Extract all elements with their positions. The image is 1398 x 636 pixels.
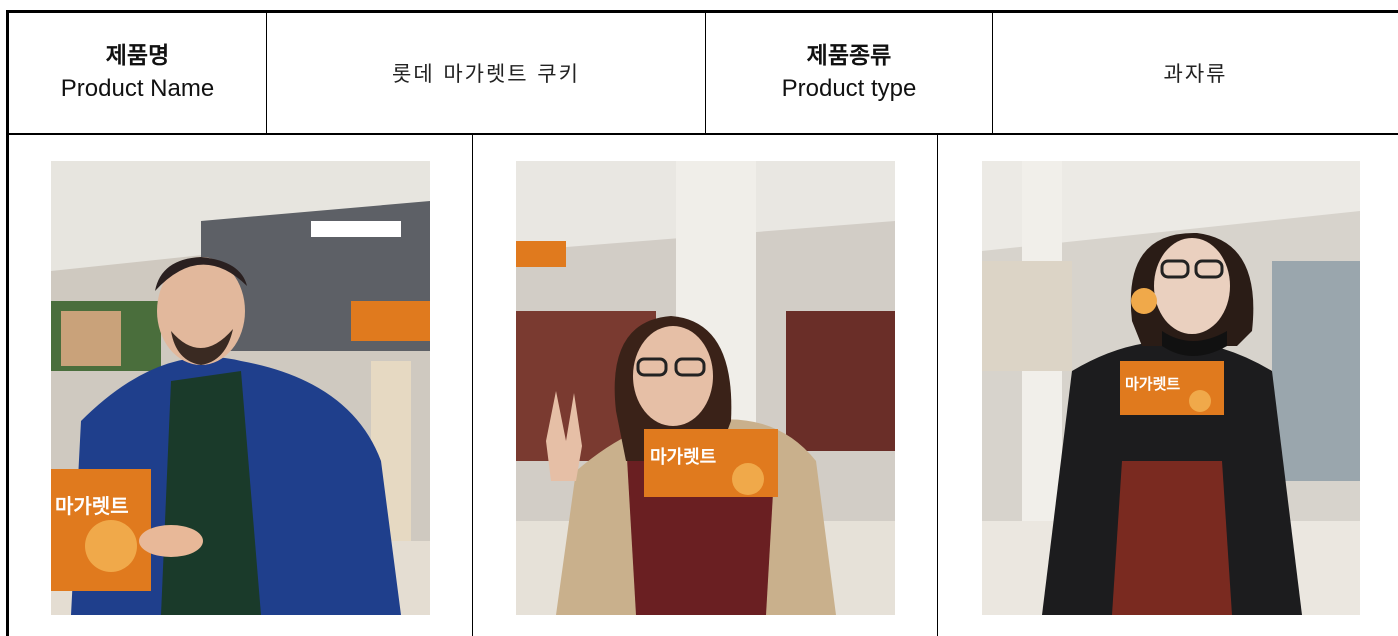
product-name-label-cell: 제품명 Product Name [9,13,266,133]
photo-2-box-text: 마가렛트 [650,447,716,468]
product-type-label-en: Product type [781,75,917,102]
product-type-label-cell: 제품종류 Product type [706,13,992,133]
photo-3-box-text: 마가렛트 [1125,375,1180,393]
product-name-value: 롯데 마가렛트 쿠키 [392,62,580,86]
product-name-label-en: Product Name [60,75,215,102]
product-photo-1: 마가렛트 [51,161,430,615]
photo-1-box-text: 마가렛트 [55,494,129,518]
photo-1-image: 마가렛트 [51,161,430,615]
product-type-label-ko: 제품종류 [806,43,892,69]
border-photo-col-1 [472,134,473,636]
product-photo-2: 마가렛트 [516,161,895,615]
photo-3-image: 마가렛트 [982,161,1360,615]
product-photo-3: 마가렛트 [982,161,1360,615]
border-photo-col-2 [937,134,938,636]
product-type-value-cell: 과자류 [993,13,1398,133]
product-name-label-ko: 제품명 [105,43,170,69]
border-row-divider [6,133,1398,135]
photo-2-image: 마가렛트 [516,161,895,615]
product-sheet: 제품명 Product Name 롯데 마가렛트 쿠키 제품종류 Product… [0,0,1398,636]
product-type-value: 과자류 [1163,62,1228,86]
product-name-value-cell: 롯데 마가렛트 쿠키 [267,13,705,133]
